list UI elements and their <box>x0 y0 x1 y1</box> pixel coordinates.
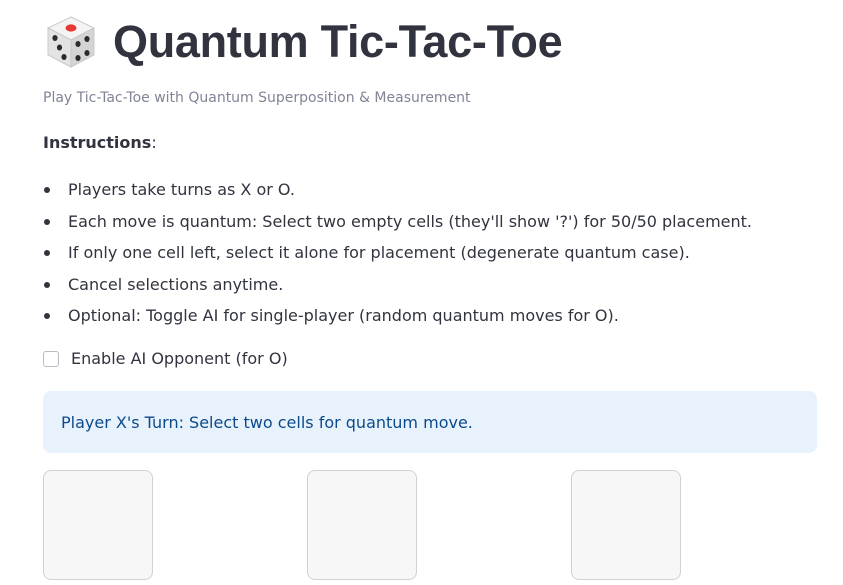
board-cell-0-0[interactable] <box>43 470 153 580</box>
instruction-text: If only one cell left, select it alone f… <box>68 243 690 263</box>
instructions-heading: Instructions: <box>43 133 157 152</box>
instruction-item: Optional: Toggle AI for single-player (r… <box>43 300 752 332</box>
instructions-heading-label: Instructions <box>43 133 152 152</box>
ai-opponent-toggle[interactable]: Enable AI Opponent (for O) <box>43 349 288 368</box>
instruction-text: Cancel selections anytime. <box>68 274 284 294</box>
ai-opponent-label: Enable AI Opponent (for O) <box>71 349 288 368</box>
instructions-list: Players take turns as X or O. Each move … <box>43 174 752 332</box>
instruction-text: Optional: Toggle AI for single-player (r… <box>68 306 619 326</box>
title-row: Quantum Tic-Tac-Toe <box>43 10 563 74</box>
instruction-item: Each move is quantum: Select two empty c… <box>43 206 752 238</box>
page-subtitle: Play Tic-Tac-Toe with Quantum Superposit… <box>43 90 471 106</box>
bullet-icon <box>44 218 50 225</box>
instruction-text: Players take turns as X or O. <box>68 180 295 199</box>
instruction-item: Players take turns as X or O. <box>43 174 752 206</box>
instruction-item: If only one cell left, select it alone f… <box>43 237 752 269</box>
instructions-heading-colon: : <box>151 133 157 152</box>
board-cell-0-1[interactable] <box>307 470 417 580</box>
turn-status-alert: Player X's Turn: Select two cells for qu… <box>43 391 817 453</box>
bullet-icon <box>44 313 50 320</box>
bullet-icon <box>44 250 50 257</box>
instruction-text: Each move is quantum: Select two empty c… <box>68 211 752 231</box>
page-title: Quantum Tic-Tac-Toe <box>113 16 563 67</box>
turn-status-text: Player X's Turn: Select two cells for qu… <box>61 412 473 432</box>
app-page: Quantum Tic-Tac-Toe Play Tic-Tac-Toe wit… <box>0 0 843 585</box>
dice-icon <box>46 16 96 68</box>
ai-opponent-checkbox[interactable] <box>43 350 59 367</box>
bullet-icon <box>44 281 50 288</box>
bullet-icon <box>44 187 50 193</box>
instruction-item: Cancel selections anytime. <box>43 269 752 301</box>
board-cell-0-2[interactable] <box>571 470 681 580</box>
